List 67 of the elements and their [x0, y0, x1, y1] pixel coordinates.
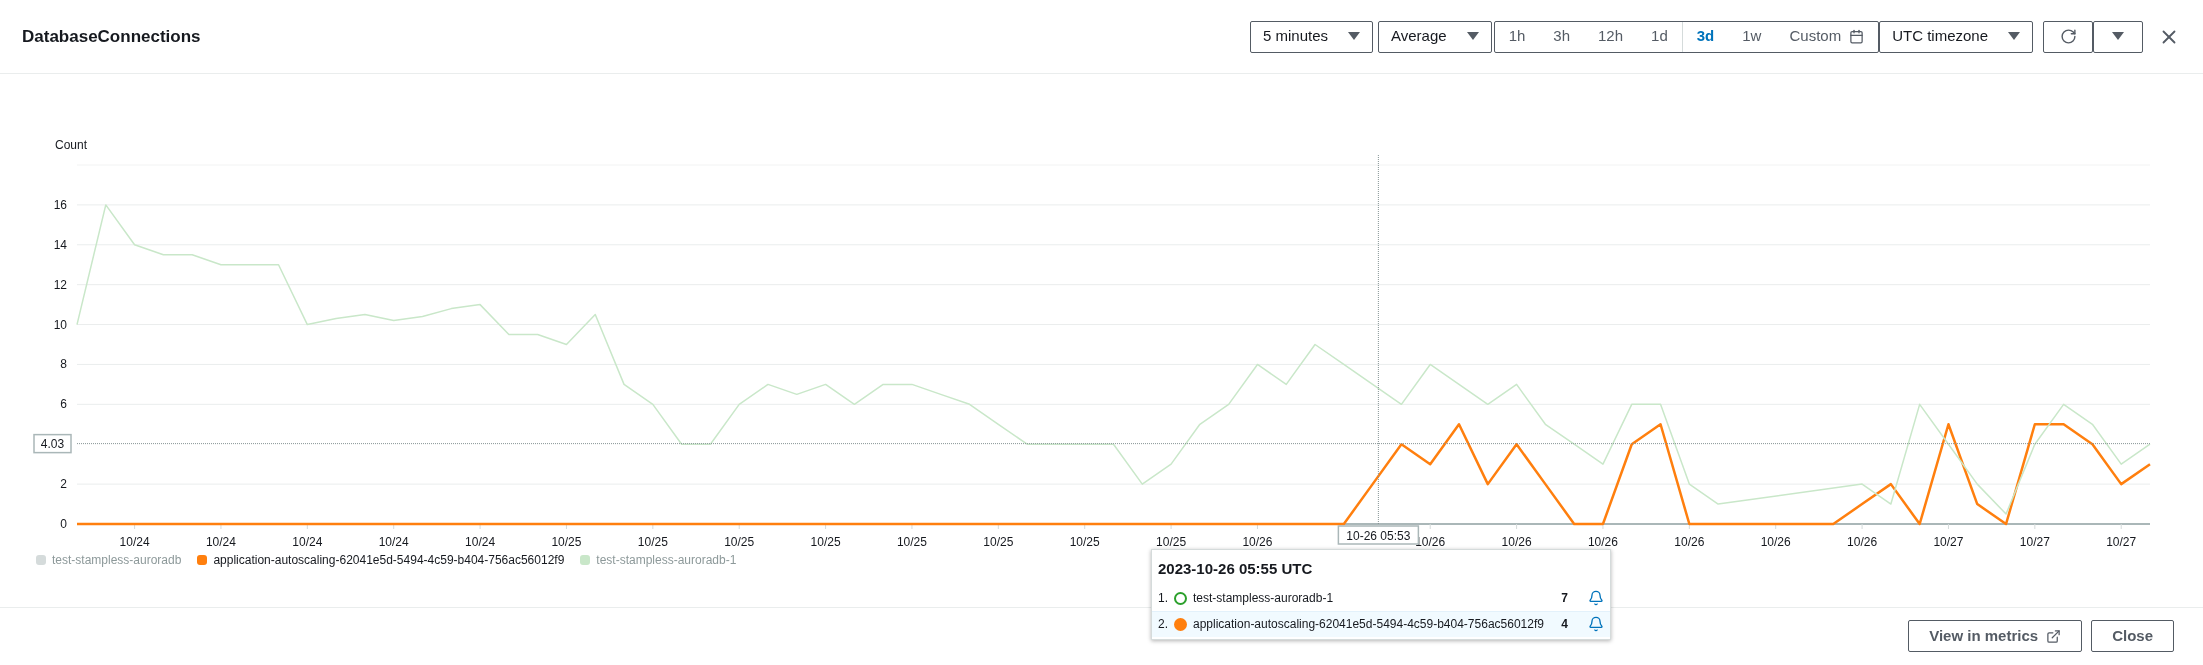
tooltip-title: 2023-10-26 05:55 UTC: [1157, 559, 1314, 579]
x-tick-label: 10/24: [292, 535, 323, 549]
x-tick-label: 10/24: [378, 535, 409, 549]
alarm-button[interactable]: [1588, 616, 1604, 632]
y-tick-label: 10: [53, 317, 67, 332]
x-tick-label: 10/25: [1156, 535, 1187, 549]
close-dialog-button[interactable]: Close: [2091, 620, 2174, 652]
x-tick-label: 10/26: [1847, 535, 1878, 549]
caret-icon: [2008, 32, 2020, 41]
y-tick-label: 6: [60, 397, 67, 412]
row-number: 2.: [1158, 616, 1169, 633]
period-dropdown[interactable]: 5 minutes: [1250, 20, 1374, 53]
row-number: 1.: [1158, 590, 1169, 607]
x-tick-label: 10/25: [637, 535, 668, 549]
x-tick-label: 10/25: [896, 535, 927, 549]
x-tick-label: 10/25: [810, 535, 841, 549]
caret-icon: [1466, 32, 1479, 41]
external-link-icon: [2046, 628, 2062, 644]
time-range-tab[interactable]: 3h: [1539, 21, 1585, 52]
x-tick-label: 10/25: [983, 535, 1014, 549]
statistic-dropdown[interactable]: Average: [1378, 20, 1492, 53]
series-name: test-stampless-auroradb-1: [1193, 590, 1334, 607]
x-tick-label: 10/25: [724, 535, 755, 549]
x-tick-label: 10/27: [2106, 535, 2137, 549]
x-tick-label: 10/27: [2019, 535, 2050, 549]
series-name: application-autoscaling-62041e5d-5494-4c59-b404-756ac56012f9: [1193, 616, 1544, 633]
y-tick-label: 0: [60, 517, 67, 531]
time-range-tab[interactable]: 1d: [1637, 21, 1682, 52]
alarm-button[interactable]: [1588, 590, 1604, 606]
x-tick-label: 10/25: [551, 535, 582, 549]
x-tick-label: 10/25: [1069, 535, 1100, 549]
y-tick-label: 12: [53, 277, 67, 292]
y-tick-label: 14: [53, 237, 67, 252]
calendar-icon: [1849, 29, 1865, 44]
series-value: 7: [1561, 590, 1568, 607]
y-tick-label: 8: [60, 357, 67, 372]
time-range-tab[interactable]: 3d: [1681, 21, 1729, 52]
value-marker-label: 4.03: [33, 433, 72, 454]
ref-line-label: 4.03: [40, 437, 65, 452]
x-tick-label: 10/26: [1760, 535, 1791, 549]
x-tick-label: 10/26: [1501, 535, 1532, 549]
caret-icon: [2112, 32, 2124, 41]
refresh-icon: [2059, 28, 2077, 45]
refresh-button[interactable]: [2043, 20, 2093, 53]
bell-icon: [1588, 616, 1604, 632]
time-range-tab[interactable]: 1h: [1494, 21, 1540, 52]
timezone-dropdown[interactable]: UTC timezone: [1879, 20, 2033, 53]
y-tick-label: 2: [60, 477, 67, 492]
time-range-tab[interactable]: Custom: [1775, 21, 1879, 52]
x-tick-label: 10/24: [205, 535, 236, 549]
y-axis-title: Count: [55, 138, 88, 152]
x-tick-label: 10/27: [1933, 535, 1964, 549]
caret-icon: [1348, 32, 1361, 41]
time-range-tab[interactable]: 12h: [1584, 21, 1638, 52]
legend-label[interactable]: application-autoscaling-62041e5d-5494-4c59-b404-756ac56012f9: [213, 551, 565, 569]
time-range-tab[interactable]: 1w: [1728, 21, 1776, 52]
x-tick-label: 10/24: [119, 535, 150, 549]
y-tick-label: 16: [53, 197, 67, 212]
options-dropdown-button[interactable]: [2093, 20, 2143, 53]
x-tick-label: 10/26: [1587, 535, 1618, 549]
series-value: 4: [1561, 616, 1568, 633]
bell-icon: [1588, 590, 1604, 606]
x-tick-label: 10/26: [1242, 535, 1273, 549]
x-tick-label: 10/24: [465, 535, 496, 549]
dialog-title: DatabaseConnections: [22, 25, 201, 48]
x-tick-label: 10/26: [1674, 535, 1705, 549]
view-in-metrics-button[interactable]: View in metrics: [1908, 620, 2083, 652]
